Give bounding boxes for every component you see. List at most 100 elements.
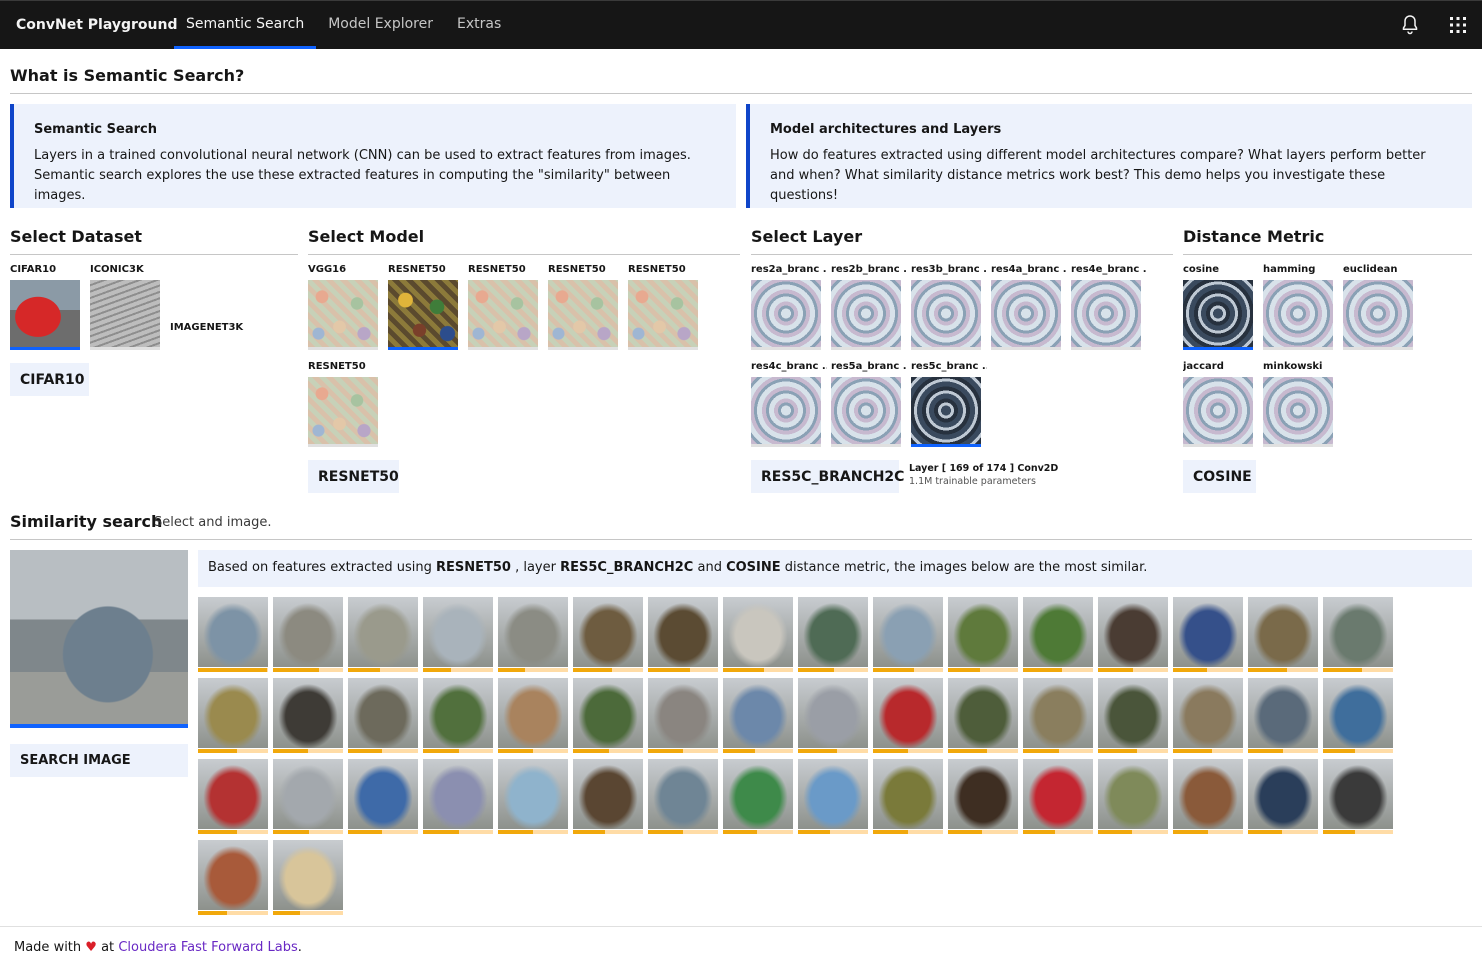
result-image[interactable] bbox=[798, 678, 868, 748]
result-image-item[interactable] bbox=[723, 597, 793, 673]
result-image-item[interactable] bbox=[723, 759, 793, 835]
result-image-item[interactable] bbox=[498, 597, 568, 673]
result-image[interactable] bbox=[723, 597, 793, 667]
layer-thumb[interactable] bbox=[831, 280, 901, 350]
result-image[interactable] bbox=[873, 597, 943, 667]
result-image[interactable] bbox=[948, 759, 1018, 829]
result-image-item[interactable] bbox=[273, 678, 343, 754]
result-image-item[interactable] bbox=[1248, 597, 1318, 673]
metric-thumb-jaccard[interactable] bbox=[1183, 377, 1253, 447]
result-image-item[interactable] bbox=[573, 678, 643, 754]
result-image-item[interactable] bbox=[723, 678, 793, 754]
layer-thumb[interactable] bbox=[911, 280, 981, 350]
result-image-item[interactable] bbox=[273, 840, 343, 916]
result-image[interactable] bbox=[873, 759, 943, 829]
result-image[interactable] bbox=[1323, 597, 1393, 667]
result-image-item[interactable] bbox=[1323, 597, 1393, 673]
result-image[interactable] bbox=[1173, 597, 1243, 667]
result-image[interactable] bbox=[423, 597, 493, 667]
result-image[interactable] bbox=[1023, 597, 1093, 667]
nav-model-explorer[interactable]: Model Explorer bbox=[316, 1, 445, 49]
result-image-item[interactable] bbox=[348, 759, 418, 835]
result-image-item[interactable] bbox=[648, 759, 718, 835]
model-thumb-resnet50[interactable] bbox=[548, 280, 618, 350]
result-image[interactable] bbox=[573, 759, 643, 829]
result-image[interactable] bbox=[273, 840, 343, 910]
layer-thumb[interactable] bbox=[831, 377, 901, 447]
nav-semantic-search[interactable]: Semantic Search bbox=[174, 1, 317, 49]
model-thumb-vgg16[interactable] bbox=[308, 280, 378, 350]
result-image[interactable] bbox=[798, 597, 868, 667]
result-image[interactable] bbox=[648, 759, 718, 829]
result-image[interactable] bbox=[1023, 759, 1093, 829]
metric-thumb-cosine[interactable] bbox=[1183, 280, 1253, 350]
result-image-item[interactable] bbox=[348, 597, 418, 673]
result-image-item[interactable] bbox=[1173, 597, 1243, 673]
result-image-item[interactable] bbox=[498, 678, 568, 754]
result-image[interactable] bbox=[348, 597, 418, 667]
result-image[interactable] bbox=[1173, 678, 1243, 748]
result-image-item[interactable] bbox=[1023, 759, 1093, 835]
result-image[interactable] bbox=[498, 597, 568, 667]
result-image[interactable] bbox=[273, 597, 343, 667]
model-thumb-resnet50[interactable] bbox=[308, 377, 378, 447]
result-image-item[interactable] bbox=[1173, 678, 1243, 754]
result-image[interactable] bbox=[1323, 759, 1393, 829]
dataset-thumb-cifar10[interactable] bbox=[10, 280, 80, 350]
result-image[interactable] bbox=[498, 678, 568, 748]
selected-dataset-badge[interactable]: CIFAR10 bbox=[10, 363, 89, 396]
result-image-item[interactable] bbox=[798, 678, 868, 754]
result-image-item[interactable] bbox=[648, 597, 718, 673]
result-image-item[interactable] bbox=[198, 678, 268, 754]
result-image-item[interactable] bbox=[423, 597, 493, 673]
result-image-item[interactable] bbox=[198, 597, 268, 673]
result-image-item[interactable] bbox=[873, 678, 943, 754]
result-image[interactable] bbox=[948, 597, 1018, 667]
result-image[interactable] bbox=[198, 597, 268, 667]
result-image[interactable] bbox=[573, 678, 643, 748]
selected-metric-badge[interactable]: COSINE bbox=[1183, 460, 1256, 493]
result-image[interactable] bbox=[723, 759, 793, 829]
result-image[interactable] bbox=[798, 759, 868, 829]
app-switcher-icon[interactable] bbox=[1446, 13, 1470, 37]
result-image[interactable] bbox=[198, 759, 268, 829]
result-image-item[interactable] bbox=[1248, 678, 1318, 754]
result-image-item[interactable] bbox=[798, 597, 868, 673]
result-image[interactable] bbox=[273, 678, 343, 748]
result-image[interactable] bbox=[1173, 759, 1243, 829]
result-image-item[interactable] bbox=[348, 678, 418, 754]
bell-icon[interactable] bbox=[1398, 13, 1422, 37]
result-image-item[interactable] bbox=[1023, 678, 1093, 754]
result-image[interactable] bbox=[423, 678, 493, 748]
result-image[interactable] bbox=[873, 678, 943, 748]
layer-thumb-selected[interactable] bbox=[911, 377, 981, 447]
result-image-item[interactable] bbox=[198, 840, 268, 916]
result-image[interactable] bbox=[1323, 678, 1393, 748]
result-image-item[interactable] bbox=[948, 759, 1018, 835]
app-brand[interactable]: ConvNet Playground bbox=[16, 17, 177, 33]
result-image[interactable] bbox=[1248, 597, 1318, 667]
layer-thumb[interactable] bbox=[1071, 280, 1141, 350]
result-image[interactable] bbox=[723, 678, 793, 748]
result-image-item[interactable] bbox=[423, 759, 493, 835]
result-image[interactable] bbox=[348, 759, 418, 829]
nav-extras[interactable]: Extras bbox=[445, 1, 513, 49]
result-image-item[interactable] bbox=[948, 678, 1018, 754]
result-image-item[interactable] bbox=[573, 597, 643, 673]
result-image-item[interactable] bbox=[1098, 678, 1168, 754]
result-image[interactable] bbox=[573, 597, 643, 667]
result-image-item[interactable] bbox=[648, 678, 718, 754]
model-thumb-resnet50[interactable] bbox=[388, 280, 458, 350]
result-image[interactable] bbox=[273, 759, 343, 829]
result-image[interactable] bbox=[648, 597, 718, 667]
result-image[interactable] bbox=[1098, 678, 1168, 748]
result-image[interactable] bbox=[1248, 759, 1318, 829]
result-image[interactable] bbox=[198, 840, 268, 910]
result-image-item[interactable] bbox=[948, 597, 1018, 673]
result-image-item[interactable] bbox=[873, 597, 943, 673]
result-image-item[interactable] bbox=[573, 759, 643, 835]
dataset-label-imagenet3k[interactable]: IMAGENET3K bbox=[170, 322, 243, 333]
result-image[interactable] bbox=[498, 759, 568, 829]
result-image-item[interactable] bbox=[1323, 678, 1393, 754]
model-thumb-resnet50[interactable] bbox=[628, 280, 698, 350]
